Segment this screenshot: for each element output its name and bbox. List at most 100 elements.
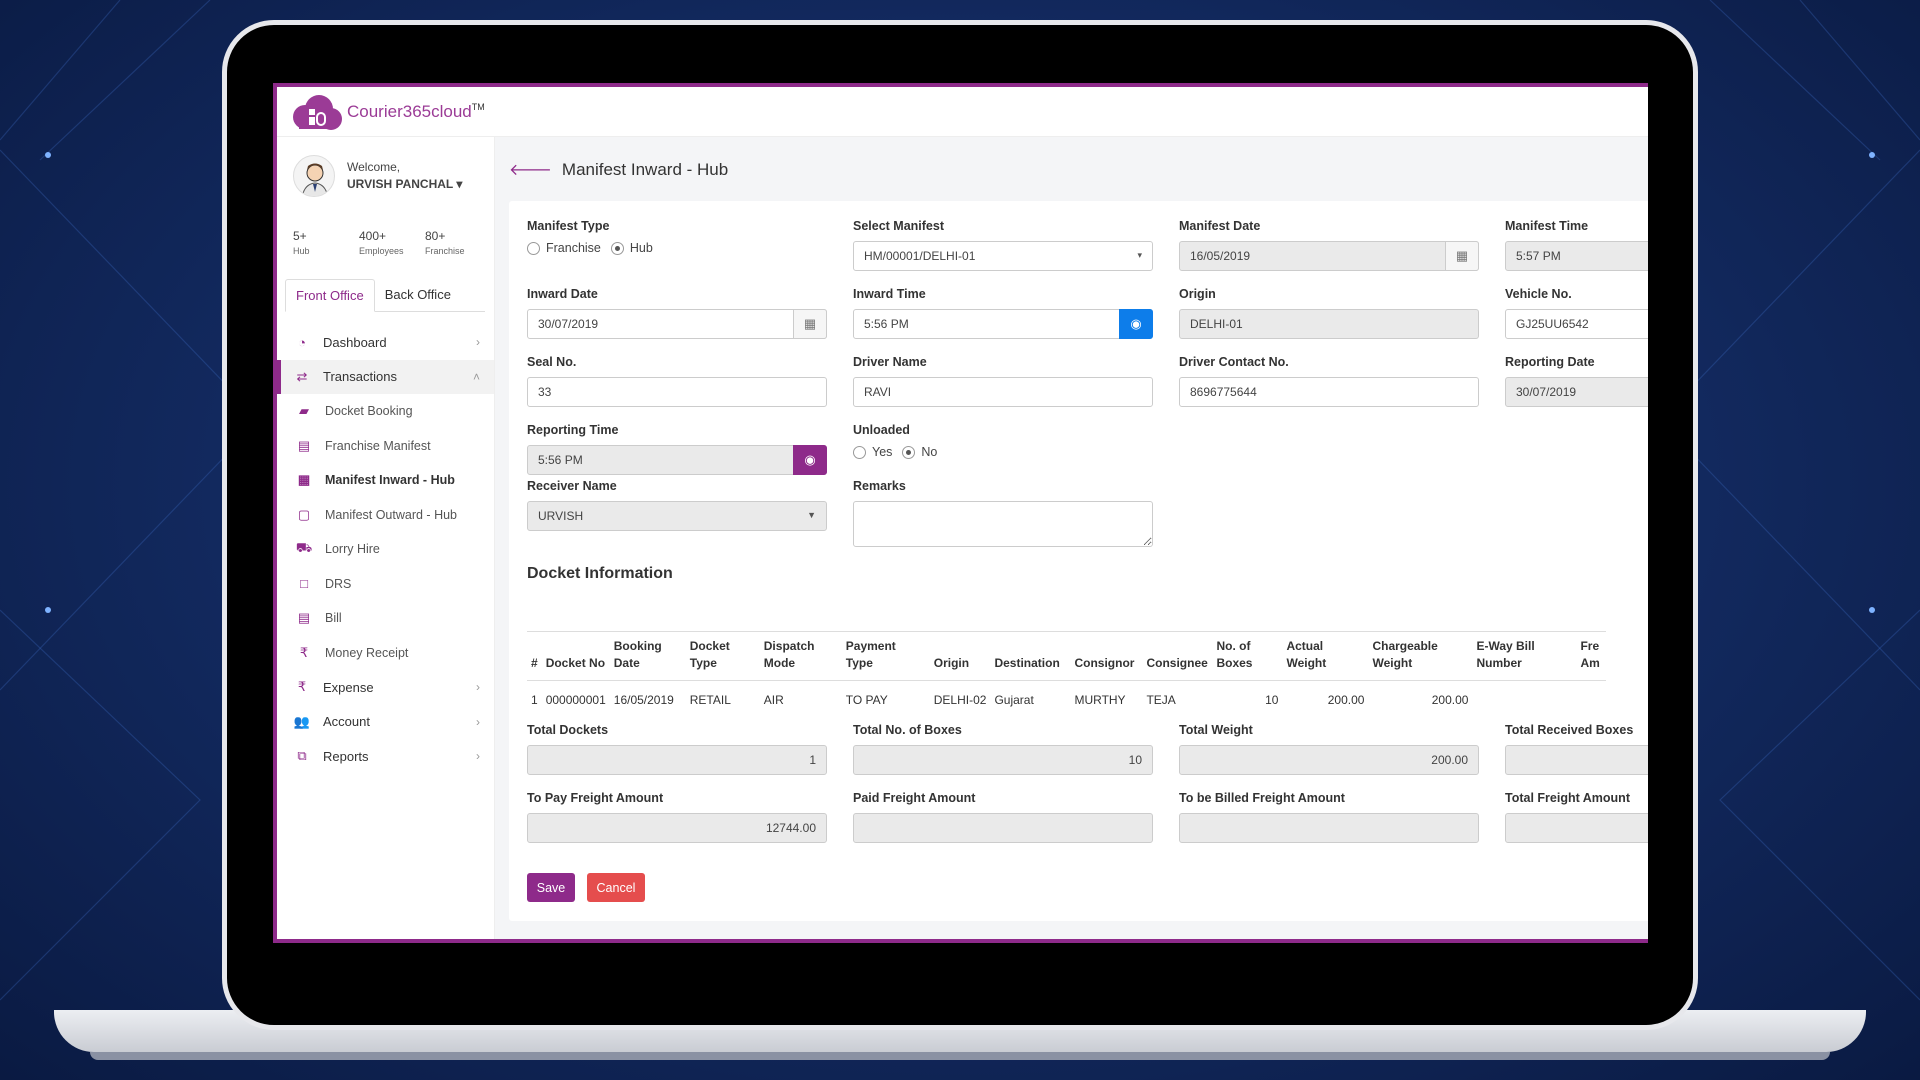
- paid-freight-input[interactable]: [853, 813, 1153, 843]
- driver-name-label: Driver Name: [853, 355, 927, 369]
- radio-no[interactable]: No: [902, 445, 937, 460]
- table-row[interactable]: 1 000000001 16/05/2019 RETAIL AIR TO PAY DELHI…: [527, 681, 1606, 720]
- radio-circle: [853, 446, 866, 460]
- table-body: 1 000000001 16/05/2019 RETAIL AIR TO PAY DELHI…: [527, 681, 1606, 720]
- sidebar-item-account[interactable]: 👥 Account ›: [277, 705, 494, 740]
- vehicle-no-label: Vehicle No.: [1505, 287, 1572, 301]
- sidebar-item-transactions[interactable]: ⇄ Transactions ˄: [277, 359, 494, 394]
- manifest-time-input[interactable]: 5:57 PM: [1505, 241, 1648, 271]
- rupee-icon: ₹: [297, 679, 307, 695]
- sidebar-item-expense[interactable]: ₹ Expense ›: [277, 670, 494, 705]
- user-menu[interactable]: URVISH PANCHAL ▾: [347, 176, 462, 193]
- chevron-right-icon: ›: [476, 749, 480, 764]
- driver-name-input[interactable]: RAVI: [853, 377, 1153, 407]
- column-header: Dispatch Mode: [759, 631, 842, 681]
- bill-icon: ▤: [297, 610, 311, 626]
- sidebar-item-reports[interactable]: ⧉ Reports ›: [277, 739, 494, 774]
- vehicle-no-input[interactable]: GJ25UU6542: [1505, 309, 1648, 339]
- truck-icon: ⛟: [295, 540, 313, 556]
- sidebar-item-manifest-outward[interactable]: ▢ Manifest Outward - Hub: [277, 498, 494, 533]
- table-header-row: # Docket No Booking Date Docket Type Dispatc…: [527, 631, 1607, 681]
- column-header: #: [527, 631, 542, 681]
- save-button[interactable]: Save: [527, 873, 575, 902]
- tab-back-office[interactable]: Back Office: [375, 279, 461, 311]
- sidebar-item-money-receipt[interactable]: ₹ Money Receipt: [277, 636, 494, 671]
- clock-icon[interactable]: ◉: [1119, 309, 1153, 339]
- total-boxes-input[interactable]: 10: [853, 745, 1153, 775]
- chevron-up-icon: ˄: [472, 369, 480, 384]
- total-freight-label: Total Freight Amount: [1505, 791, 1630, 805]
- clock-icon[interactable]: ◉: [793, 445, 827, 475]
- radio-hub[interactable]: Hub: [610, 241, 653, 256]
- select-manifest-label: Select Manifest: [853, 219, 945, 233]
- sidebar-item-bill[interactable]: ▤ Bill: [277, 601, 494, 636]
- origin-input[interactable]: DELHI-01: [1179, 309, 1479, 339]
- tab-front-office[interactable]: Front Office: [285, 279, 375, 312]
- receiver-name-select[interactable]: URVISH ▼: [527, 501, 827, 531]
- paid-freight-label: Paid Freight Amount: [853, 791, 976, 805]
- calendar-icon[interactable]: ▦: [1445, 241, 1479, 271]
- total-freight-input[interactable]: [1505, 813, 1648, 843]
- remarks-textarea[interactable]: [853, 501, 1153, 547]
- driver-name-field: Driver Name RAVI: [853, 355, 1153, 407]
- seal-no-input[interactable]: 33: [527, 377, 827, 407]
- to-pay-freight-input[interactable]: 12744.00: [527, 813, 827, 843]
- manifest-type-field: Manifest Type Franchise Hub: [527, 219, 653, 256]
- total-freight-field: Total Freight Amount: [1505, 791, 1648, 843]
- document-icon: ▤: [297, 437, 311, 453]
- caret-down-icon: ▼: [807, 510, 816, 520]
- sidebar-item-manifest-inward[interactable]: ▦ Manifest Inward - Hub: [277, 463, 494, 498]
- driver-contact-input[interactable]: 8696775644: [1179, 377, 1479, 407]
- sidebar-item-dashboard[interactable]: ◔ Dashboard ›: [277, 325, 494, 360]
- back-arrow-icon[interactable]: 🡐: [509, 159, 552, 180]
- inward-time-label: Inward Time: [853, 287, 926, 301]
- caret-down-icon: ▾: [456, 177, 463, 191]
- inward-time-input[interactable]: 5:56 PM ◉: [853, 309, 1153, 339]
- column-header: Consignor: [1070, 631, 1143, 681]
- app-screen: Courier365cloudTM Welcome, URVISH PANCHA…: [273, 83, 1648, 943]
- table-cell: 200.00: [1431, 693, 1469, 707]
- radio-circle: [527, 242, 540, 256]
- app-logo[interactable]: Courier365cloudTM: [289, 93, 485, 131]
- table-cell: [1472, 681, 1576, 720]
- reporting-date-input[interactable]: 30/07/2019: [1505, 377, 1648, 407]
- radio-yes[interactable]: Yes: [853, 445, 892, 460]
- table-cell: 1: [531, 693, 538, 707]
- sidebar-item-franchise-manifest[interactable]: ▤ Franchise Manifest: [277, 429, 494, 464]
- sidebar-item-lorry-hire[interactable]: ⛟ Lorry Hire: [277, 532, 494, 567]
- reporting-time-input[interactable]: 5:56 PM ◉: [527, 445, 827, 475]
- inward-date-input[interactable]: 30/07/2019 ▦: [527, 309, 827, 339]
- table-cell: [1576, 681, 1606, 720]
- docket-section-title: Docket Information: [527, 565, 673, 582]
- radio-franchise[interactable]: Franchise: [527, 241, 601, 256]
- chevron-right-icon: ›: [476, 680, 480, 695]
- cancel-button[interactable]: Cancel: [587, 873, 645, 902]
- seal-no-field: Seal No. 33: [527, 355, 827, 407]
- reporting-time-label: Reporting Time: [527, 423, 619, 437]
- column-header: Actual Weight: [1282, 631, 1369, 681]
- avatar: [293, 155, 335, 197]
- reporting-date-field: Reporting Date 30/07/2019: [1505, 355, 1648, 407]
- sidebar-item-docket-booking[interactable]: ▰ Docket Booking: [277, 394, 494, 429]
- manifest-date-input[interactable]: 16/05/2019 ▦: [1179, 241, 1479, 271]
- total-boxes-field: Total No. of Boxes 10: [853, 723, 1153, 775]
- driver-contact-field: Driver Contact No. 8696775644: [1179, 355, 1479, 407]
- file-outline-icon: ▢: [297, 506, 311, 522]
- total-dockets-input[interactable]: 1: [527, 745, 827, 775]
- select-manifest-dropdown[interactable]: HM/00001/DELHI-01 ▾: [853, 241, 1153, 271]
- office-tabs: Front Office Back Office: [285, 279, 485, 312]
- to-be-billed-freight-input[interactable]: [1179, 813, 1479, 843]
- logo-trademark: TM: [471, 102, 485, 112]
- manifest-date-field: Manifest Date 16/05/2019 ▦: [1179, 219, 1479, 271]
- sidebar-item-drs[interactable]: □ DRS: [277, 567, 494, 602]
- calendar-icon[interactable]: ▦: [793, 309, 827, 339]
- total-weight-input[interactable]: 200.00: [1179, 745, 1479, 775]
- total-received-boxes-input[interactable]: [1505, 745, 1648, 775]
- file-icon: ▦: [297, 472, 311, 488]
- column-header: Docket No: [541, 631, 610, 681]
- welcome-text: Welcome,: [347, 160, 401, 174]
- column-header: Docket Type: [685, 631, 760, 681]
- inward-date-field: Inward Date 30/07/2019 ▦: [527, 287, 827, 339]
- select-manifest-field: Select Manifest HM/00001/DELHI-01 ▾: [853, 219, 1153, 271]
- copy-icon: ⧉: [297, 748, 307, 764]
